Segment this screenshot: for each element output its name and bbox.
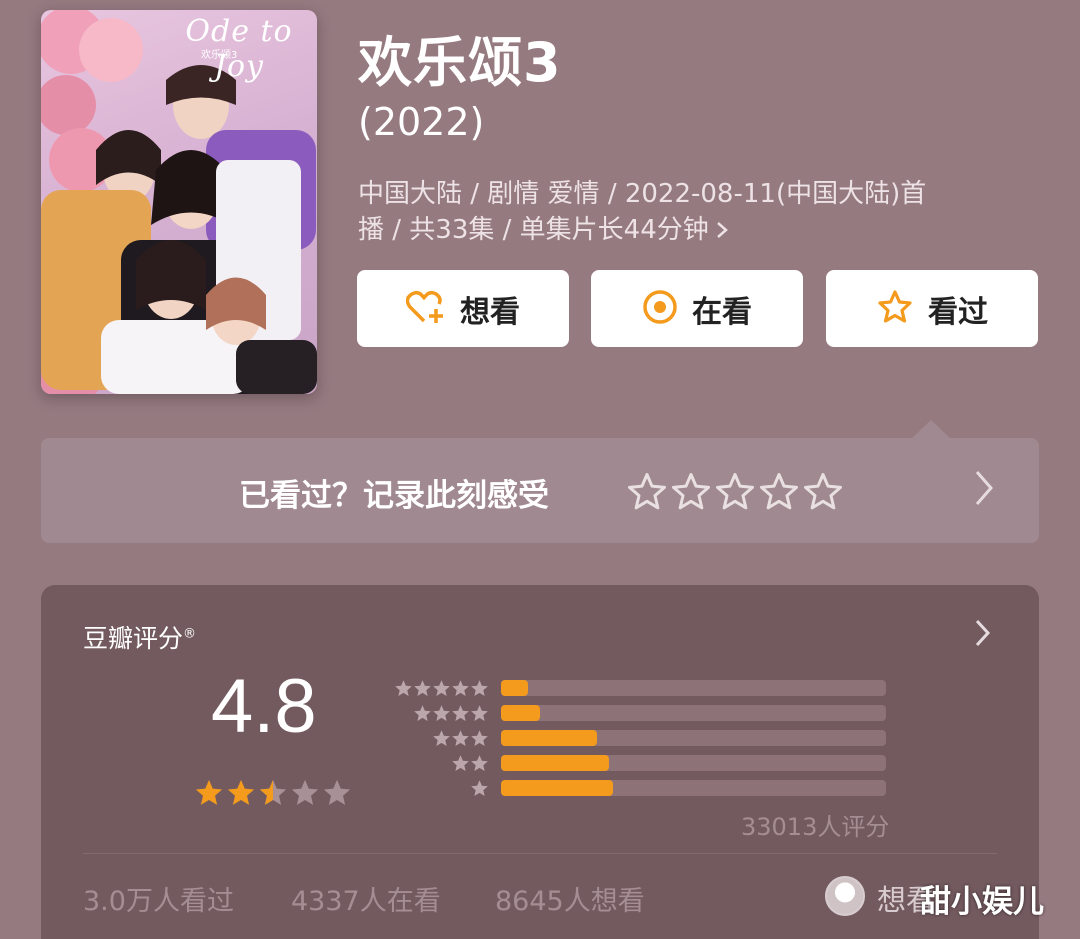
registered-mark: ®: [183, 626, 197, 642]
distribution-row-2-star: [389, 754, 889, 772]
empty-star-icon[interactable]: [803, 472, 843, 516]
small-star-icon: [471, 705, 488, 722]
distribution-row-1-star: [389, 779, 889, 797]
watched-count[interactable]: 3.0万人看过: [83, 879, 234, 918]
rating-title-text: 豆瓣评分: [83, 624, 184, 653]
bubble-pointer: [912, 420, 950, 438]
divider: [83, 853, 997, 854]
watched-label: 看过: [928, 294, 988, 330]
chevron-right-icon: [715, 215, 729, 245]
distribution-track: [501, 705, 886, 721]
half-star-icon: [258, 778, 288, 812]
want-to-watch-button[interactable]: 想看: [357, 270, 569, 347]
distribution-row-5-star: [389, 679, 889, 697]
meta-line-2: 播 / 共33集 / 单集片长44分钟: [358, 212, 1048, 248]
show-year: (2022): [358, 100, 485, 144]
distribution-bar: [501, 680, 528, 696]
chevron-right-icon: [973, 468, 995, 512]
distribution-bar: [501, 705, 540, 721]
distribution-bar: [501, 755, 609, 771]
rate-prompt-text: 已看过？记录此刻感受: [239, 478, 549, 514]
empty-star-icon: [322, 778, 352, 812]
small-star-icon: [471, 780, 488, 797]
distribution-bar: [501, 780, 613, 796]
poster-subtitle: 欢乐颂3: [201, 50, 238, 61]
watching-label: 在看: [692, 294, 752, 330]
distribution-stars: [394, 679, 489, 698]
small-star-icon: [452, 755, 469, 772]
show-meta[interactable]: 中国大陆 / 剧情 爱情 / 2022-08-11(中国大陆)首 播 / 共33…: [358, 176, 1048, 248]
score-stars: [194, 778, 352, 812]
watched-button[interactable]: 看过: [826, 270, 1038, 347]
distribution-stars: [470, 779, 489, 798]
distribution-track: [501, 780, 886, 796]
empty-star-rating[interactable]: [627, 472, 843, 516]
rating-score: 4.8: [211, 664, 317, 749]
target-icon: [642, 289, 678, 329]
small-star-icon: [452, 680, 469, 697]
poster-image[interactable]: Ode to Joy 欢乐颂3: [41, 10, 317, 394]
distribution-track: [501, 755, 886, 771]
empty-star-icon[interactable]: [627, 472, 667, 516]
douban-rating-card[interactable]: 豆瓣评分® 4.8 33013人评分 3.0万人看过 4337人在看 8645人…: [41, 585, 1039, 939]
watermark-text: 甜小娱儿: [920, 884, 1044, 920]
filled-star-icon: [194, 778, 224, 812]
distribution-bar: [501, 730, 598, 746]
heart-plus-icon: [405, 289, 446, 329]
empty-star-icon: [290, 778, 320, 812]
rating-count: 33013人评分: [741, 813, 890, 841]
small-star-icon: [414, 680, 431, 697]
watching-count[interactable]: 4337人在看: [291, 879, 441, 918]
rating-title: 豆瓣评分®: [83, 619, 196, 655]
chevron-right-icon[interactable]: [973, 617, 993, 653]
small-star-icon: [433, 680, 450, 697]
watching-button[interactable]: 在看: [591, 270, 803, 347]
small-star-icon: [471, 755, 488, 772]
distribution-track: [501, 680, 886, 696]
avatar[interactable]: [825, 876, 865, 916]
small-star-icon: [433, 705, 450, 722]
want-to-watch-label: 想看: [460, 294, 520, 330]
distribution-row-3-star: [389, 729, 889, 747]
small-star-icon: [452, 705, 469, 722]
empty-star-icon[interactable]: [671, 472, 711, 516]
small-star-icon: [433, 730, 450, 747]
show-title: 欢乐颂3: [358, 31, 562, 94]
poster-title: Ode to Joy: [185, 14, 293, 84]
meta-line-1: 中国大陆 / 剧情 爱情 / 2022-08-11(中国大陆)首: [358, 179, 927, 209]
filled-star-icon: [226, 778, 256, 812]
distribution-track: [501, 730, 886, 746]
small-star-icon: [471, 730, 488, 747]
distribution-row-4-star: [389, 704, 889, 722]
empty-star-icon[interactable]: [715, 472, 755, 516]
rate-prompt-bar[interactable]: 已看过？记录此刻感受: [41, 438, 1039, 543]
distribution-stars: [451, 754, 489, 773]
want-count[interactable]: 8645人想看: [495, 879, 645, 918]
distribution-stars: [432, 729, 489, 748]
distribution-stars: [413, 704, 489, 723]
small-star-icon: [395, 680, 412, 697]
star-icon: [876, 289, 914, 329]
small-star-icon: [452, 730, 469, 747]
meta-line-2-text: 播 / 共33集 / 单集片长44分钟: [358, 215, 709, 245]
small-star-icon: [471, 680, 488, 697]
empty-star-icon[interactable]: [759, 472, 799, 516]
small-star-icon: [414, 705, 431, 722]
